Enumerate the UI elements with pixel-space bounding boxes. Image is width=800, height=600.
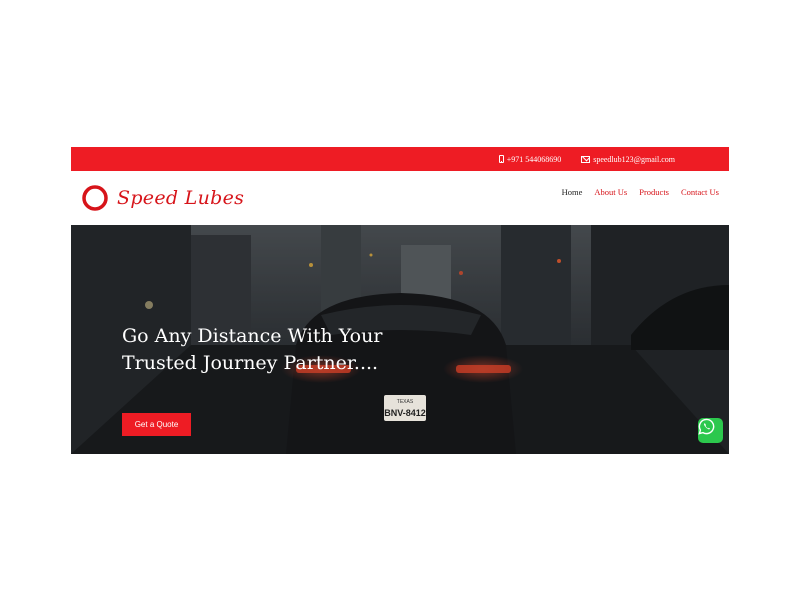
get-a-quote-button[interactable]: Get a Quote [122,413,191,436]
nav-home[interactable]: Home [562,187,583,197]
whatsapp-button[interactable] [698,418,723,443]
site-header: Speed Lubes Home About Us Products Conta… [71,171,729,225]
whatsapp-icon [698,418,715,435]
brand-name: Speed Lubes [117,187,245,209]
main-nav: Home About Us Products Contact Us [562,187,719,197]
website-frame: +971 544068690 speedlub123@gmail.com Spe… [71,147,729,454]
hero-banner: TEXAS BNV-8412 Go Any Distance With Your… [71,225,729,454]
hero-title-line1: Go Any Distance With Your [122,325,383,347]
license-plate-number: BNV-8412 [384,408,426,418]
top-contact-bar: +971 544068690 speedlub123@gmail.com [71,147,729,171]
logo[interactable]: Speed Lubes [81,179,244,217]
phone-number: +971 544068690 [506,154,562,164]
hero-title: Go Any Distance With Your Trusted Journe… [122,323,452,377]
email-contact[interactable]: speedlub123@gmail.com [581,155,675,164]
phone-contact[interactable]: +971 544068690 [498,154,562,164]
phone-icon [498,155,504,163]
email-address: speedlub123@gmail.com [593,154,675,164]
logo-ring-icon [82,185,108,211]
hero-title-line2: Trusted Journey Partner.... [122,352,379,374]
envelope-icon [581,155,591,163]
license-plate-state: TEXAS [397,399,414,405]
nav-about-us[interactable]: About Us [594,187,627,197]
nav-products[interactable]: Products [639,187,669,197]
nav-contact-us[interactable]: Contact Us [681,187,719,197]
